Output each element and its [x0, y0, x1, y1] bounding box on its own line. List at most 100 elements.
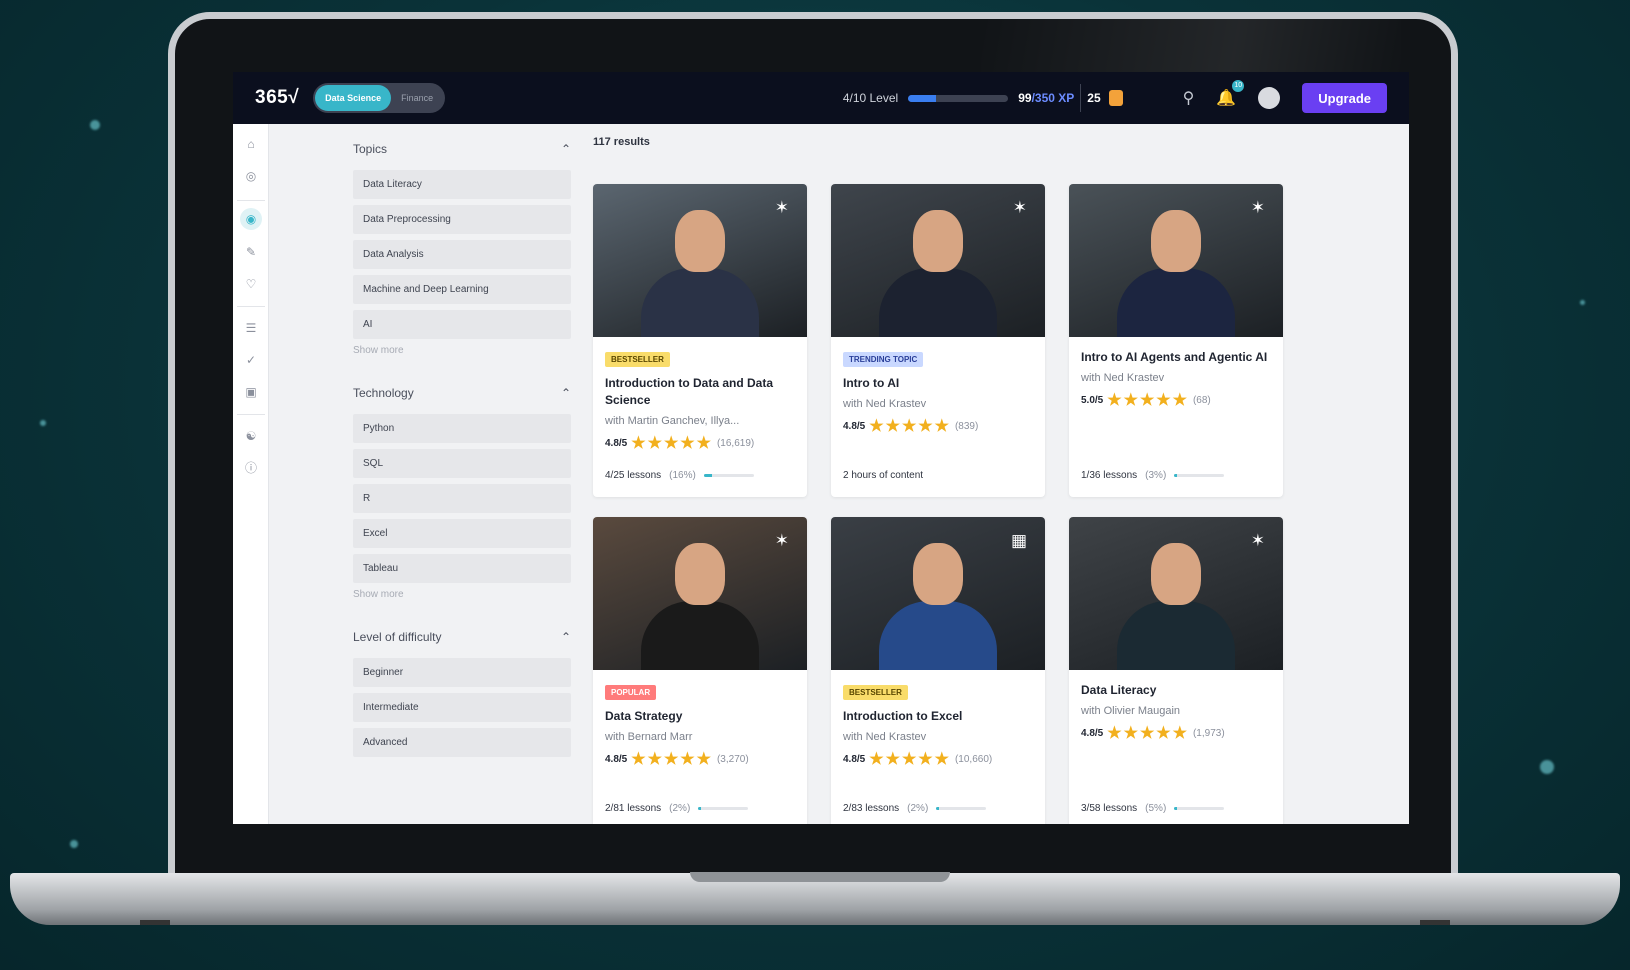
network-icon: ✶: [774, 198, 789, 217]
home-icon[interactable]: ⌂: [243, 136, 259, 152]
progress-percent: (2%): [669, 803, 691, 814]
progress-bar: [1174, 807, 1225, 810]
search-icon[interactable]: ⚲: [1183, 88, 1195, 108]
check-circle-icon[interactable]: ✓: [243, 352, 259, 368]
progress-percent: (2%): [907, 803, 929, 814]
technology-header[interactable]: Technology ⌃: [353, 386, 571, 400]
filter-topic[interactable]: AI: [353, 310, 571, 339]
course-title[interactable]: Introduction to Excel: [843, 708, 1033, 725]
course-title[interactable]: Introduction to Data and Data Science: [605, 375, 795, 409]
instructor-face: [675, 543, 725, 605]
progress-percent: (16%): [669, 470, 696, 481]
course-card-body: BESTSELLER Introduction to Data and Data…: [593, 337, 807, 453]
progress-fill: [936, 807, 940, 810]
course-progress: 2 hours of content: [843, 470, 923, 481]
instructor-figure: [641, 268, 759, 337]
instructor-face: [675, 210, 725, 272]
divider: [1080, 84, 1082, 112]
xp-progress-bar: [908, 94, 1009, 102]
rating-value: 4.8/5: [1081, 727, 1104, 739]
results-count: 117 results: [593, 136, 650, 148]
filters-panel: Topics ⌃ Data Literacy Data Preprocessin…: [353, 124, 571, 824]
compass-icon[interactable]: ◎: [243, 168, 259, 184]
laptop-foot: [140, 920, 170, 925]
instructor-face: [1151, 210, 1201, 272]
avatar[interactable]: [1258, 87, 1281, 109]
course-title[interactable]: Intro to AI: [843, 375, 1033, 392]
course-author: with Martin Ganchev, Illya...: [605, 415, 740, 427]
track-data-science[interactable]: Data Science: [315, 85, 392, 111]
star-icons: ★★★★★: [631, 751, 713, 768]
app-logo[interactable]: 365√: [255, 87, 299, 109]
xp-label: 99/350 XP: [1018, 91, 1074, 105]
filter-topic[interactable]: Data Analysis: [353, 240, 571, 269]
filter-topic[interactable]: Data Preprocessing: [353, 205, 571, 234]
filter-difficulty[interactable]: Intermediate: [353, 693, 571, 722]
gift-icon: [1108, 90, 1123, 106]
courses-icon[interactable]: ◉: [240, 208, 262, 230]
difficulty-header[interactable]: Level of difficulty ⌃: [353, 630, 571, 644]
filter-technology[interactable]: Tableau: [353, 554, 571, 583]
community-icon[interactable]: ☯: [243, 428, 259, 444]
instructor-photo: ✶: [1069, 184, 1283, 337]
progress-text: 1/36 lessons: [1081, 470, 1138, 481]
rating-value: 4.8/5: [843, 753, 866, 765]
star-icons: ★★★★★: [869, 418, 951, 435]
filter-technology[interactable]: Python: [353, 414, 571, 443]
topics-header[interactable]: Topics ⌃: [353, 142, 571, 156]
coins-counter[interactable]: 25: [1087, 90, 1123, 106]
upgrade-button[interactable]: Upgrade: [1302, 83, 1387, 113]
course-rating: 4.8/5 ★★★★★ (3,270): [605, 749, 795, 769]
rating-count: (3,270): [716, 753, 749, 765]
briefcase-icon[interactable]: ▣: [243, 384, 259, 400]
instructor-figure: [879, 601, 997, 670]
filter-technology[interactable]: SQL: [353, 449, 571, 478]
pencil-icon[interactable]: ✎: [243, 244, 259, 260]
difficulty-title: Level of difficulty: [353, 630, 442, 644]
course-card[interactable]: ✶ Data Literacy with Olivier Maugain 4.8…: [1069, 517, 1283, 824]
heart-icon[interactable]: ♡: [243, 276, 259, 292]
info-icon[interactable]: ⓘ: [243, 460, 259, 476]
course-card[interactable]: ✶ BESTSELLER Introduction to Data and Da…: [593, 184, 807, 497]
level-label: 4/10 Level: [842, 91, 899, 105]
notification-badge: 10: [1232, 80, 1245, 92]
header-actions: ⚲ 🔔 10: [1183, 80, 1281, 109]
rating-value: 4.8/5: [605, 437, 628, 449]
course-rating: 4.8/5 ★★★★★ (839): [843, 416, 1033, 436]
bell-icon[interactable]: 🔔 10: [1216, 80, 1245, 108]
course-title[interactable]: Data Literacy: [1081, 682, 1271, 699]
course-progress: 2/81 lessons (2%): [605, 803, 749, 814]
network-icon: ✶: [774, 531, 789, 550]
track-finance[interactable]: Finance: [391, 85, 443, 111]
course-title[interactable]: Data Strategy: [605, 708, 795, 725]
course-card[interactable]: ✶ Intro to AI Agents and Agentic AI with…: [1069, 184, 1283, 497]
progress-bar: [698, 807, 749, 810]
course-card[interactable]: ✶ TRENDING TOPIC Intro to AI with Ned Kr…: [831, 184, 1045, 497]
xp-current: 99: [1018, 91, 1032, 105]
course-card[interactable]: ✶ POPULAR Data Strategy with Bernard Mar…: [593, 517, 807, 824]
filter-difficulty[interactable]: Beginner: [353, 658, 571, 687]
laptop-frame: 365√ Data Science Finance 4/10 Level 99/…: [168, 12, 1458, 880]
star-icons: ★★★★★: [1107, 392, 1189, 409]
filter-technology[interactable]: R: [353, 484, 571, 513]
filter-topic[interactable]: Data Literacy: [353, 170, 571, 199]
topics-title: Topics: [353, 142, 388, 156]
filter-difficulty[interactable]: Advanced: [353, 728, 571, 757]
show-more-technology[interactable]: Show more: [353, 589, 571, 600]
left-icon-rail: ⌂ ◎ ◉ ✎ ♡ ☰ ✓ ▣ ☯ ⓘ: [233, 124, 269, 824]
progress-fill: [1174, 474, 1178, 477]
instructor-figure: [1117, 601, 1235, 670]
course-title[interactable]: Intro to AI Agents and Agentic AI: [1081, 349, 1271, 366]
course-progress: 2/83 lessons (2%): [843, 803, 987, 814]
instructor-face: [1151, 543, 1201, 605]
show-more-topics[interactable]: Show more: [353, 345, 571, 356]
course-card-body: BESTSELLER Introduction to Excel with Ne…: [831, 670, 1045, 769]
layers-icon[interactable]: ☰: [243, 320, 259, 336]
course-card[interactable]: ▦ BESTSELLER Introduction to Excel with …: [831, 517, 1045, 824]
divider: [237, 200, 265, 201]
rating-value: 4.8/5: [605, 753, 628, 765]
filter-technology[interactable]: Excel: [353, 519, 571, 548]
coins-value: 25: [1087, 91, 1101, 105]
filter-topic[interactable]: Machine and Deep Learning: [353, 275, 571, 304]
track-switch: Data Science Finance: [313, 83, 446, 113]
